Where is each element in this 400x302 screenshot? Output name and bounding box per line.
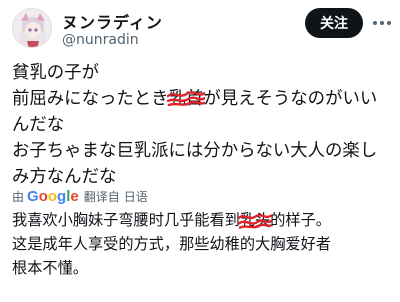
translated-line-1-end: 的样子。 [270, 211, 331, 229]
tweet-header: ヌンラディン @nunradin 关注 [0, 0, 400, 56]
translated-text: 我喜欢小胸妹子弯腰时几乎能看到乳头 的样子。 这是成年人享受的方式，那些幼稚的大胸… [12, 208, 392, 280]
tweet-line-2-start: 前屈みになったとき [12, 89, 169, 109]
tweet-line-3: んだな [12, 115, 65, 135]
tweet-line-1: 貧乳の子が [12, 63, 99, 83]
more-horizontal-icon[interactable] [370, 8, 394, 38]
translate-from-label: 翻译自 [83, 189, 120, 204]
translated-line-2: 这是成年人享受的方式，那些幼稚的大胸爱好者 [12, 235, 331, 253]
author-display-name[interactable]: ヌンラディン [62, 9, 163, 33]
translated-line-1: 我喜欢小胸妹子弯腰时几乎能看到乳头 的样子。 [12, 208, 392, 232]
redacted-translated-word: 乳头 [237, 208, 273, 232]
translated-line-1-start: 我喜欢小胸妹子弯腰时几乎能看到 [12, 211, 240, 229]
tweet-line-2: 前屈みになったとき乳首 が見えそうなのがいい [12, 86, 392, 112]
translation-prefix: 由 [12, 189, 25, 204]
follow-button-label: 关注 [320, 16, 348, 32]
translation-attribution[interactable]: 由 Google 翻译自 日语 [12, 186, 148, 206]
google-logo: Google [27, 187, 79, 205]
tweet-line-4: お子ちゃまな巨乳派には分からない大人の楽し [12, 141, 378, 161]
avatar[interactable] [12, 8, 52, 48]
translated-line-3: 根本不懂。 [12, 259, 88, 277]
avatar-illustration [13, 9, 51, 47]
author-handle[interactable]: @nunradin [62, 32, 139, 48]
source-language: 日语 [123, 189, 148, 204]
tweet-text: 貧乳の子が 前屈みになったとき乳首 が見えそうなのがいい んだな お子ちゃまな巨乳… [12, 60, 392, 190]
tweet-line-2-end: が見えそうなのがいい [203, 89, 378, 109]
redacted-word: 乳首 [166, 89, 206, 109]
follow-button[interactable]: 关注 [305, 8, 363, 38]
